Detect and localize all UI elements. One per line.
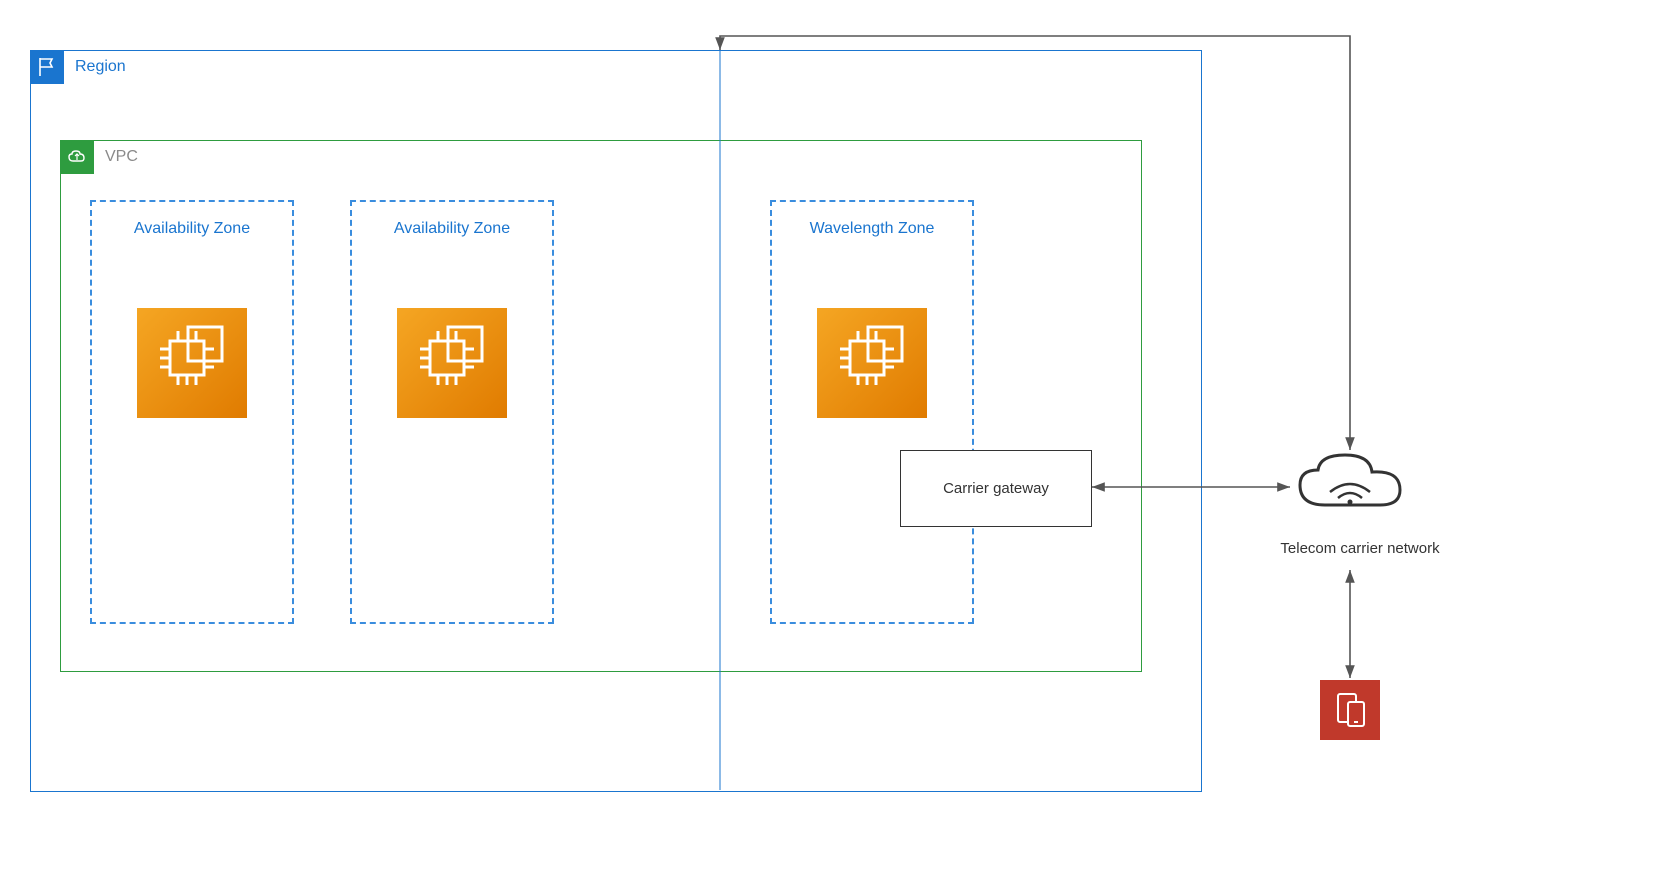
ec2-instance-icon (137, 308, 247, 418)
telecom-label: Telecom carrier network (1250, 540, 1470, 557)
carrier-gateway-label: Carrier gateway (943, 480, 1049, 497)
region-flag-icon (30, 50, 64, 84)
availability-zone-1: Availability Zone (90, 200, 294, 624)
vpc-label: VPC (105, 148, 138, 166)
carrier-gateway-box: Carrier gateway (900, 450, 1092, 527)
zone-label: Wavelength Zone (772, 220, 972, 238)
cloud-wifi-icon (1290, 450, 1410, 520)
zone-label: Availability Zone (352, 220, 552, 238)
ec2-instance-icon (397, 308, 507, 418)
region-label: Region (75, 58, 126, 76)
availability-zone-2: Availability Zone (350, 200, 554, 624)
vpc-cloud-icon (60, 140, 94, 174)
zone-label: Availability Zone (92, 220, 292, 238)
ec2-instance-icon (817, 308, 927, 418)
wavelength-zone: Wavelength Zone (770, 200, 974, 624)
mobile-devices-icon (1320, 680, 1380, 740)
